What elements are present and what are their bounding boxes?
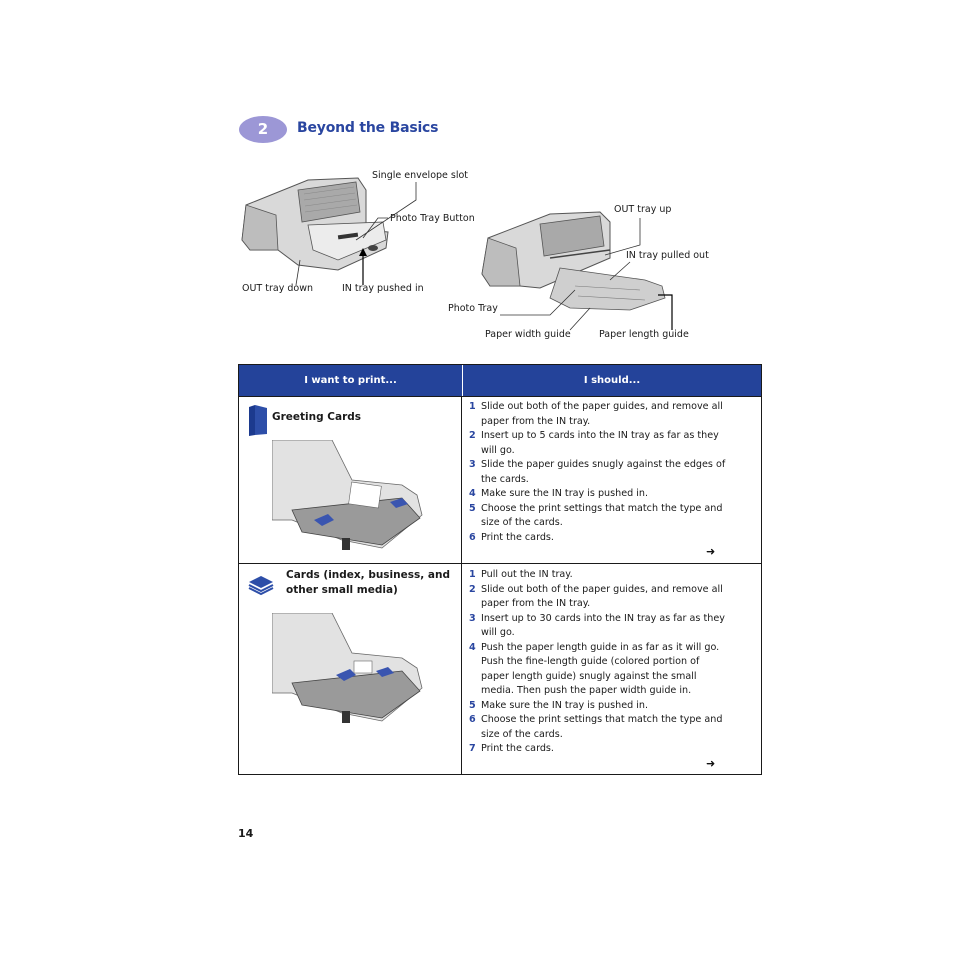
step-text: Insert up to 30 cards into the IN tray a… [481, 612, 725, 639]
step-text: Slide out both of the paper guides, and … [481, 583, 723, 610]
step-text: Pull out the IN tray. [481, 569, 573, 580]
instruction-table: I want to print... I should... Greeting … [238, 364, 762, 775]
column-divider [461, 396, 462, 774]
callout-paper-length-guide: Paper length guide [599, 329, 689, 340]
step-text: Print the cards. [481, 743, 554, 754]
step-item: 4 Make sure the IN tray is pushed in. [469, 487, 729, 502]
step-number: 2 [469, 583, 476, 595]
greeting-card-tray-illustration [272, 440, 423, 550]
column-header-i-should: I should... [583, 375, 641, 386]
step-item: 1 Slide out both of the paper guides, and… [469, 400, 729, 429]
continue-arrow-icon[interactable]: ➜ [706, 545, 715, 558]
step-item: 6 Print the cards. [469, 531, 729, 546]
step-number: 5 [469, 699, 476, 711]
row-title-line: Cards (index, business, and [286, 569, 450, 581]
step-number: 3 [469, 459, 476, 470]
step-item: 7 Print the cards. [469, 742, 729, 757]
callout-lines-right [500, 218, 673, 331]
chapter-title: Beyond the Basics [297, 120, 439, 136]
step-number: 7 [469, 743, 476, 754]
step-item: 3 Slide the paper guides snugly against t… [469, 458, 729, 487]
chapter-number-badge: 2 [239, 116, 287, 143]
step-number: 1 [469, 569, 476, 580]
step-number: 6 [469, 531, 476, 543]
steps-list-small-cards: 1 Pull out the IN tray. 2 Slide out both o… [469, 568, 729, 757]
column-header-want-to-print: I want to print... [239, 365, 463, 396]
step-text: Make sure the IN tray is pushed in. [481, 488, 649, 499]
step-number: 5 [469, 502, 476, 514]
step-item: 1 Pull out the IN tray. [469, 568, 729, 583]
step-text: Slide out both of the paper guides, and … [481, 401, 723, 427]
callout-photo-tray: Photo Tray [448, 303, 498, 314]
callout-in-tray-pulled-out: IN tray pulled out [626, 250, 709, 261]
step-text: Slide the paper guides snugly against th… [481, 459, 726, 485]
callout-paper-width-guide: Paper width guide [485, 329, 571, 340]
step-number: 1 [469, 401, 476, 412]
step-text: Print the cards. [481, 531, 554, 543]
callout-out-tray-down: OUT tray down [242, 283, 313, 294]
step-item: 2 Insert up to 5 cards into the IN tray a… [469, 429, 729, 458]
row-title-greeting-cards: Greeting Cards [272, 411, 362, 423]
step-text: Insert up to 5 cards into the IN tray as… [481, 430, 719, 456]
page-number: 14 [238, 827, 254, 840]
card-stack-icon [248, 576, 274, 596]
row-title-small-cards: Cards (index, business, and other small … [286, 568, 450, 598]
step-item: 4 Push the paper length guide in as far a… [469, 641, 729, 699]
step-item: 3 Insert up to 30 cards into the IN tray … [469, 612, 729, 641]
step-number: 4 [469, 488, 476, 499]
steps-list-greeting-cards: 1 Slide out both of the paper guides, and… [469, 400, 729, 545]
step-number: 3 [469, 612, 476, 624]
table-header: I want to print... I should... [239, 365, 761, 397]
row-divider [239, 563, 761, 564]
step-item: 6 Choose the print settings that match th… [469, 713, 729, 742]
callout-out-tray-up: OUT tray up [614, 204, 672, 215]
small-cards-tray-illustration [272, 613, 423, 723]
callout-in-tray-pushed-in: IN tray pushed in [342, 283, 424, 294]
step-number: 4 [469, 641, 476, 653]
continue-arrow-icon[interactable]: ➜ [706, 757, 715, 770]
step-item: 5 Choose the print settings that match th… [469, 502, 729, 531]
greeting-card-icon [249, 405, 267, 436]
step-text: Choose the print settings that match the… [481, 714, 723, 740]
callout-single-envelope-slot: Single envelope slot [372, 170, 469, 181]
row-title-line: other small media) [286, 584, 398, 596]
step-text: Choose the print settings that match the… [481, 502, 723, 529]
step-item: 2 Slide out both of the paper guides, and… [469, 583, 729, 612]
step-text: Push the paper length guide in as far as… [481, 641, 720, 697]
step-item: 5 Make sure the IN tray is pushed in. [469, 699, 729, 714]
step-number: 6 [469, 714, 476, 725]
callout-photo-tray-button: Photo Tray Button [390, 213, 475, 224]
step-text: Make sure the IN tray is pushed in. [481, 699, 649, 711]
step-number: 2 [469, 430, 476, 441]
